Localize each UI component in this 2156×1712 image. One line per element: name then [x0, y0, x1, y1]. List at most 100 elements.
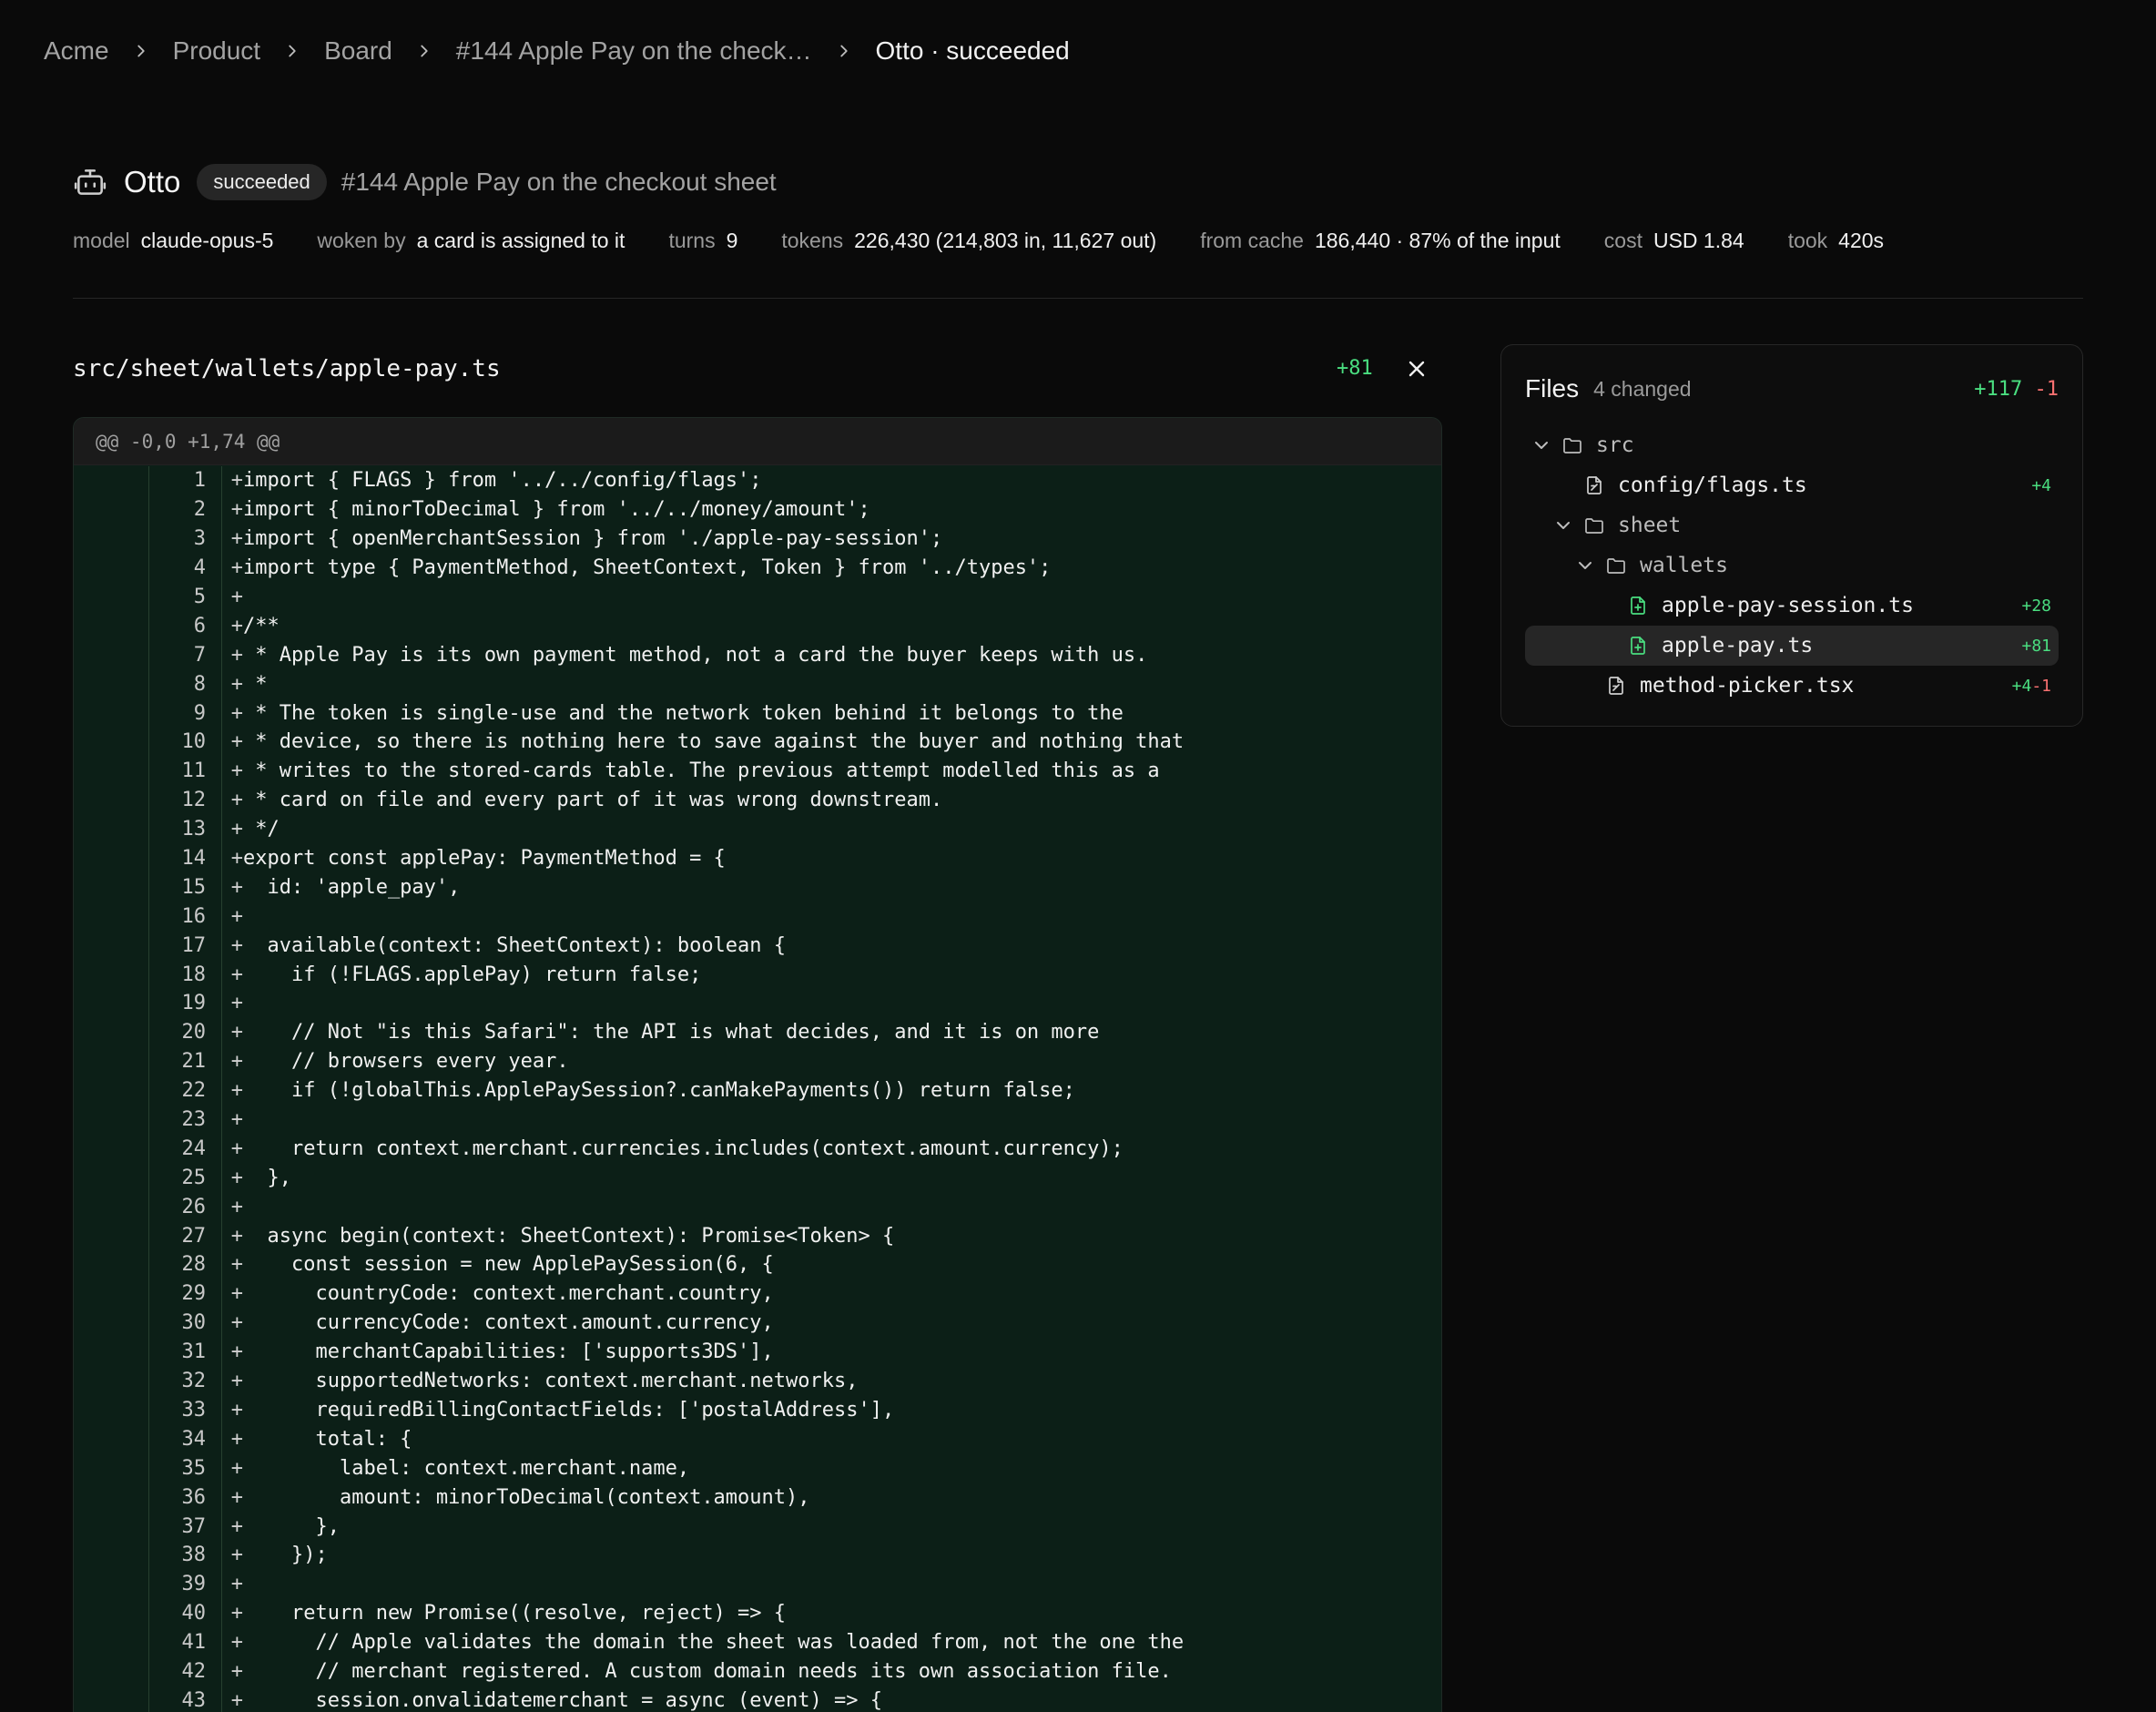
chevron-right-icon	[131, 41, 151, 61]
diff-line: 21 + // browsers every year.	[74, 1047, 1441, 1076]
diff-line: 14 + export const applePay: PaymentMethod …	[74, 844, 1441, 873]
diff-line: 30 + currencyCode: context.amount.currenc…	[74, 1309, 1441, 1338]
added-marker: +	[230, 1340, 243, 1364]
code-text: // merchant registered. A custom domain …	[243, 1659, 1172, 1683]
breadcrumb-item[interactable]: #144 Apple Pay on the check…	[456, 36, 812, 66]
diff-view[interactable]: @@ -0,0 +1,74 @@ 1 + import { FLAGS } from…	[73, 417, 1442, 1712]
line-number: 4	[193, 556, 206, 580]
added-marker: +	[230, 818, 243, 841]
tree-item-name: wallets	[1640, 554, 1728, 577]
breadcrumb-item[interactable]: Board	[324, 36, 392, 66]
added-marker: +	[230, 730, 243, 754]
breadcrumb-item[interactable]: Product	[173, 36, 261, 66]
code-text: *	[243, 672, 268, 696]
meta-took: took 420s	[1788, 229, 1884, 253]
tree-folder[interactable]: wallets	[1525, 545, 2059, 586]
diff-line: 38 + });	[74, 1541, 1441, 1570]
chevron-down-icon[interactable]	[1531, 434, 1552, 456]
added-marker: +	[230, 1514, 243, 1538]
diff-line: 6 +/**	[74, 611, 1441, 640]
tree-folder[interactable]: sheet	[1525, 505, 2059, 545]
line-number: 25	[181, 1166, 207, 1189]
diff-line: 1 + import { FLAGS } from '../../config/fl…	[74, 466, 1441, 495]
code-text: currencyCode: context.amount.currency,	[243, 1311, 774, 1335]
added-marker: +	[230, 904, 243, 928]
card-reference[interactable]: #144 Apple Pay on the checkout sheet	[341, 168, 777, 197]
diff-line: 22 + if (!globalThis.ApplePaySession?.can…	[74, 1076, 1441, 1106]
diff-line: 32 + supportedNetworks: context.merchant.…	[74, 1367, 1441, 1396]
line-number: 1	[193, 469, 206, 493]
tree-file[interactable]: apple-pay.ts +81	[1525, 626, 2059, 666]
added-marker: +	[230, 759, 243, 783]
chevron-down-icon[interactable]	[1574, 555, 1596, 576]
file-change-stats: +4	[2031, 476, 2051, 495]
tree-item-name: method-picker.tsx	[1640, 674, 1855, 698]
line-number: 15	[181, 875, 207, 899]
diff-line: 13 + */	[74, 815, 1441, 844]
files-panel-header: Files 4 changed +117 -1	[1525, 371, 2059, 407]
added-marker: +	[230, 643, 243, 667]
line-number: 35	[181, 1456, 207, 1480]
code-text: async begin(context: SheetContext): Prom…	[243, 1224, 895, 1248]
diff-line: 17 + available(context: SheetContext): bo…	[74, 931, 1441, 960]
added-marker: +	[230, 1021, 243, 1045]
added-marker: +	[230, 1050, 243, 1074]
file-plus-icon	[1627, 635, 1649, 657]
line-number: 23	[181, 1108, 207, 1132]
file-additions: +28	[2021, 596, 2051, 616]
tree-item-name: apple-pay.ts	[1662, 634, 1814, 657]
diff-line: 18 + if (!FLAGS.applePay) return false;	[74, 960, 1441, 989]
meta-label: from cache	[1200, 228, 1304, 252]
tree-item-name: config/flags.ts	[1618, 474, 1807, 497]
code-text: import { FLAGS } from '../../config/flag…	[243, 469, 762, 493]
line-number: 7	[193, 643, 206, 667]
tree-file[interactable]: apple-pay-session.ts +28	[1525, 586, 2059, 626]
divider	[73, 298, 2083, 299]
code-text: });	[243, 1544, 328, 1567]
diff-line: 29 + countryCode: context.merchant.countr…	[74, 1279, 1441, 1309]
chevron-right-icon	[414, 41, 434, 61]
line-number: 42	[181, 1659, 207, 1683]
diff-line: 5 +	[74, 583, 1441, 612]
close-diff-button[interactable]	[1402, 354, 1431, 383]
line-number: 37	[181, 1514, 207, 1538]
run-meta: model claude-opus-5 woken by a card is assi…	[73, 224, 1927, 257]
diff-line: 33 + requiredBillingContactFields: ['post…	[74, 1396, 1441, 1425]
chevron-down-icon[interactable]	[1552, 515, 1574, 536]
folder-icon	[1605, 555, 1627, 576]
diff-line: 35 + label: context.merchant.name,	[74, 1453, 1441, 1483]
code-text: requiredBillingContactFields: ['postalAd…	[243, 1398, 895, 1422]
code-text: },	[243, 1514, 340, 1538]
code-text: import type { PaymentMethod, SheetContex…	[243, 556, 1052, 580]
meta-value: 226,430 (214,803 in, 11,627 out)	[854, 228, 1157, 252]
line-number: 8	[193, 672, 206, 696]
line-number: 20	[181, 1021, 207, 1045]
line-number: 11	[181, 759, 207, 783]
file-diff-icon	[1583, 474, 1605, 496]
diff-line: 37 + },	[74, 1512, 1441, 1541]
line-number: 5	[193, 586, 206, 608]
line-number: 19	[181, 992, 207, 1015]
meta-label: cost	[1603, 228, 1642, 252]
code-lines: 1 + import { FLAGS } from '../../config/fl…	[74, 466, 1441, 1712]
added-marker: +	[230, 1253, 243, 1277]
diff-line: 24 + return context.merchant.currencies.i…	[74, 1134, 1441, 1163]
added-marker: +	[230, 933, 243, 957]
tree-folder[interactable]: src	[1525, 425, 2059, 465]
tree-file[interactable]: method-picker.tsx +4-1	[1525, 666, 2059, 706]
added-marker: +	[230, 1224, 243, 1248]
code-text: * The token is single-use and the networ…	[243, 701, 1124, 725]
line-number: 32	[181, 1370, 207, 1393]
breadcrumb-item[interactable]: Acme	[44, 36, 109, 66]
file-plus-icon	[1627, 595, 1649, 617]
line-number: 24	[181, 1136, 207, 1160]
tree-file[interactable]: config/flags.ts +4	[1525, 465, 2059, 505]
code-text: amount: minorToDecimal(context.amount),	[243, 1485, 810, 1509]
folder-icon	[1561, 434, 1583, 456]
meta-value: a card is assigned to it	[416, 228, 625, 252]
added-marker: +	[230, 1485, 243, 1509]
added-marker: +	[230, 847, 243, 871]
line-number: 26	[181, 1195, 207, 1218]
code-text: return context.merchant.currencies.inclu…	[243, 1136, 1124, 1160]
line-number: 17	[181, 933, 207, 957]
